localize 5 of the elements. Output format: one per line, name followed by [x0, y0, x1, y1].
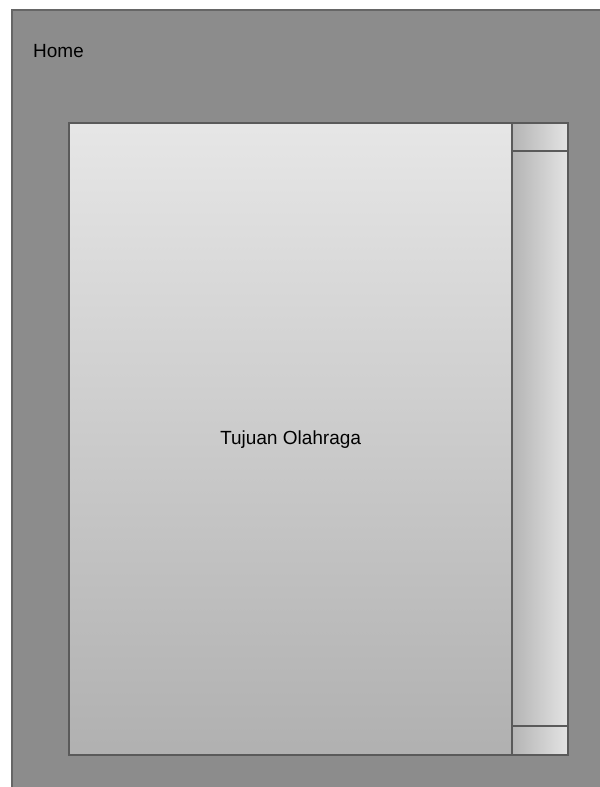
- scroll-down-button[interactable]: [513, 725, 567, 754]
- scroll-up-button[interactable]: [513, 124, 567, 152]
- page-title: Home: [33, 41, 84, 62]
- content-card[interactable]: Tujuan Olahraga: [68, 122, 513, 756]
- card-label: Tujuan Olahraga: [220, 426, 361, 451]
